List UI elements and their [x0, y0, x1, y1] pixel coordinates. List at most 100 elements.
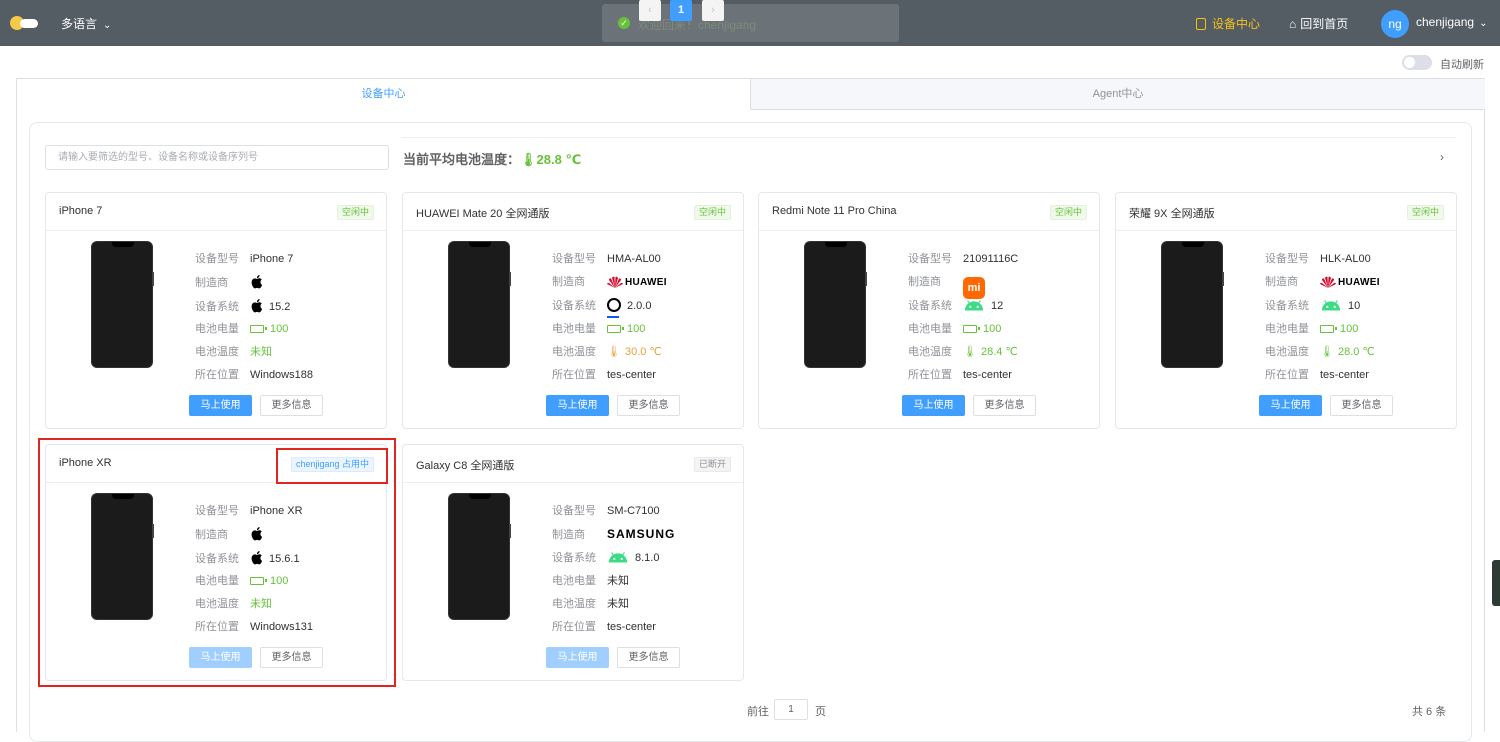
use-now-button[interactable]: 马上使用 — [546, 395, 609, 416]
status-badge: 空闲中 — [336, 205, 374, 220]
location-value: tes-center — [963, 369, 1012, 382]
thermometer-icon: 🌡 — [520, 152, 537, 167]
phone-image — [448, 493, 511, 620]
chevron-down-icon: ⌄ — [1479, 18, 1488, 29]
more-info-button[interactable]: 更多信息 — [973, 395, 1036, 416]
label-os: 设备系统 — [908, 299, 952, 312]
phone-image — [1161, 241, 1224, 368]
tab-agent-center[interactable]: Agent中心 — [750, 79, 1485, 110]
card-header: iPhone 7 空闲中 — [46, 193, 386, 231]
home-icon: ⌂ — [1289, 17, 1297, 31]
search-input[interactable] — [46, 146, 388, 169]
huawei-text: HUAWEI — [1338, 277, 1380, 289]
device-card: HUAWEI Mate 20 全网通版 空闲中 设备型号 HMA-AL00 制造商 HUA… — [402, 192, 744, 429]
page-button-current[interactable]: 1 — [670, 0, 692, 21]
android-icon — [963, 299, 991, 312]
battery-level-value: 100 — [983, 322, 1002, 335]
avg-temp-label: 当前平均电池温度： — [403, 152, 521, 167]
xiaomi-logo: mi — [963, 277, 985, 300]
use-now-button[interactable]: 马上使用 — [902, 395, 965, 416]
label-location: 所在位置 — [1265, 369, 1309, 382]
label-manufacturer: 制造商 — [552, 529, 585, 542]
chevron-down-icon: ⌄ — [103, 20, 112, 31]
more-info-button[interactable]: 更多信息 — [617, 395, 680, 416]
thermometer-icon: 🌡 — [963, 346, 977, 359]
card-header: 荣耀 9X 全网通版 空闲中 — [1116, 193, 1456, 231]
device-card: Galaxy C8 全网通版 已断开 设备型号 SM-C7100 制造商 SAMSUNG 设… — [402, 444, 744, 681]
label-os: 设备系统 — [195, 300, 239, 313]
use-now-button[interactable]: 马上使用 — [1259, 395, 1322, 416]
huawei-logo: HUAWEI — [607, 276, 667, 289]
device-title: HUAWEI Mate 20 全网通版 — [416, 208, 550, 220]
label-battery-temp: 电池温度 — [552, 346, 596, 359]
label-manufacturer: 制造商 — [552, 276, 585, 289]
label-model: 设备型号 — [908, 253, 952, 265]
status-badge: 空闲中 — [1049, 205, 1087, 220]
label-manufacturer: 制造商 — [908, 276, 941, 289]
phone-image — [448, 241, 511, 368]
battery-level-value: 100 — [627, 322, 646, 335]
samsung-logo: SAMSUNG — [607, 527, 676, 542]
label-battery-level: 电池电量 — [1265, 322, 1309, 335]
use-now-button[interactable]: 马上使用 — [189, 395, 252, 416]
label-manufacturer: 制造商 — [195, 277, 228, 290]
battery-icon — [250, 324, 267, 333]
language-dropdown[interactable]: 多语言 ⌄ — [61, 15, 111, 32]
nav-home-label: 回到首页 — [1300, 17, 1349, 31]
device-card: Redmi Note 11 Pro China 空闲中 设备型号 21091116C 制… — [758, 192, 1100, 429]
android-icon — [607, 551, 635, 564]
auto-refresh-toggle[interactable] — [1402, 55, 1432, 70]
phone-image — [91, 241, 154, 368]
status-badge: 空闲中 — [693, 205, 731, 220]
tab-device-center[interactable]: 设备中心 — [17, 79, 750, 110]
chevron-right-icon[interactable]: › — [1440, 150, 1444, 164]
user-menu[interactable]: chenjigang ⌄ — [1416, 15, 1487, 29]
more-info-button[interactable]: 更多信息 — [1330, 395, 1393, 416]
avg-battery-temp: 当前平均电池温度：🌡28.8 ℃ — [403, 149, 581, 168]
location-value: tes-center — [607, 369, 656, 382]
avatar[interactable]: ng — [1381, 10, 1409, 38]
nav-device-center[interactable]: 设备中心 — [1196, 15, 1260, 32]
tablet-icon — [1196, 18, 1206, 30]
device-card: 荣耀 9X 全网通版 空闲中 设备型号 HLK-AL00 制造商 HUAWEI 设备系统 10… — [1115, 192, 1457, 429]
more-info-button[interactable]: 更多信息 — [617, 647, 680, 668]
device-title: iPhone 7 — [59, 205, 103, 217]
more-info-button[interactable]: 更多信息 — [260, 395, 323, 416]
auto-refresh-label: 自动刷新 — [1440, 59, 1484, 71]
username: chenjigang — [1416, 15, 1475, 29]
label-model: 设备型号 — [195, 253, 239, 265]
card-header: Redmi Note 11 Pro China 空闲中 — [759, 193, 1099, 231]
prev-page-button[interactable]: ‹ — [639, 0, 661, 21]
battery-level-value: 未知 — [607, 574, 629, 587]
app-logo[interactable] — [10, 14, 40, 32]
use-now-button[interactable]: 马上使用 — [546, 647, 609, 668]
device-info: 设备型号 21091116C 制造商 mi 设备系统 12 电池电量 100 电池温度 🌡 28.4… — [908, 251, 1018, 391]
next-page-button[interactable]: › — [702, 0, 724, 21]
divider — [401, 137, 1456, 138]
huawei-text: HUAWEI — [625, 277, 667, 289]
device-title: Galaxy C8 全网通版 — [416, 460, 515, 472]
location-value: tes-center — [607, 621, 656, 634]
thermometer-icon: 🌡 — [1320, 346, 1334, 359]
label-battery-level: 电池电量 — [195, 322, 239, 335]
status-badge: 已断开 — [693, 457, 731, 472]
battery-level-value: 100 — [270, 322, 289, 335]
device-info: 设备型号 SM-C7100 制造商 SAMSUNG 设备系统 8.1.0 电池电量 未知 电池温… — [552, 503, 675, 643]
search-field[interactable] — [45, 145, 389, 170]
card-header: Galaxy C8 全网通版 已断开 — [403, 445, 743, 483]
success-icon: ✓ — [618, 17, 630, 29]
nav-home[interactable]: ⌂ 回到首页 — [1289, 15, 1348, 32]
location-value: Windows188 — [250, 369, 313, 382]
label-location: 所在位置 — [552, 621, 596, 634]
apple-icon — [250, 298, 269, 313]
thermometer-icon: 🌡 — [607, 346, 621, 359]
os-version: 2.0.0 — [627, 299, 652, 312]
android-icon — [1320, 299, 1348, 312]
goto-page-input[interactable]: 1 — [774, 699, 808, 720]
device-info: 设备型号 iPhone 7 制造商 设备系统 15.2 电池电量 100 电池温度 未知 所在位置… — [195, 251, 313, 391]
harmonyos-icon — [607, 297, 621, 318]
label-battery-temp: 电池温度 — [195, 346, 239, 359]
model-value: SM-C7100 — [607, 505, 660, 517]
label-location: 所在位置 — [908, 369, 952, 382]
side-scroll-handle[interactable] — [1492, 560, 1500, 606]
